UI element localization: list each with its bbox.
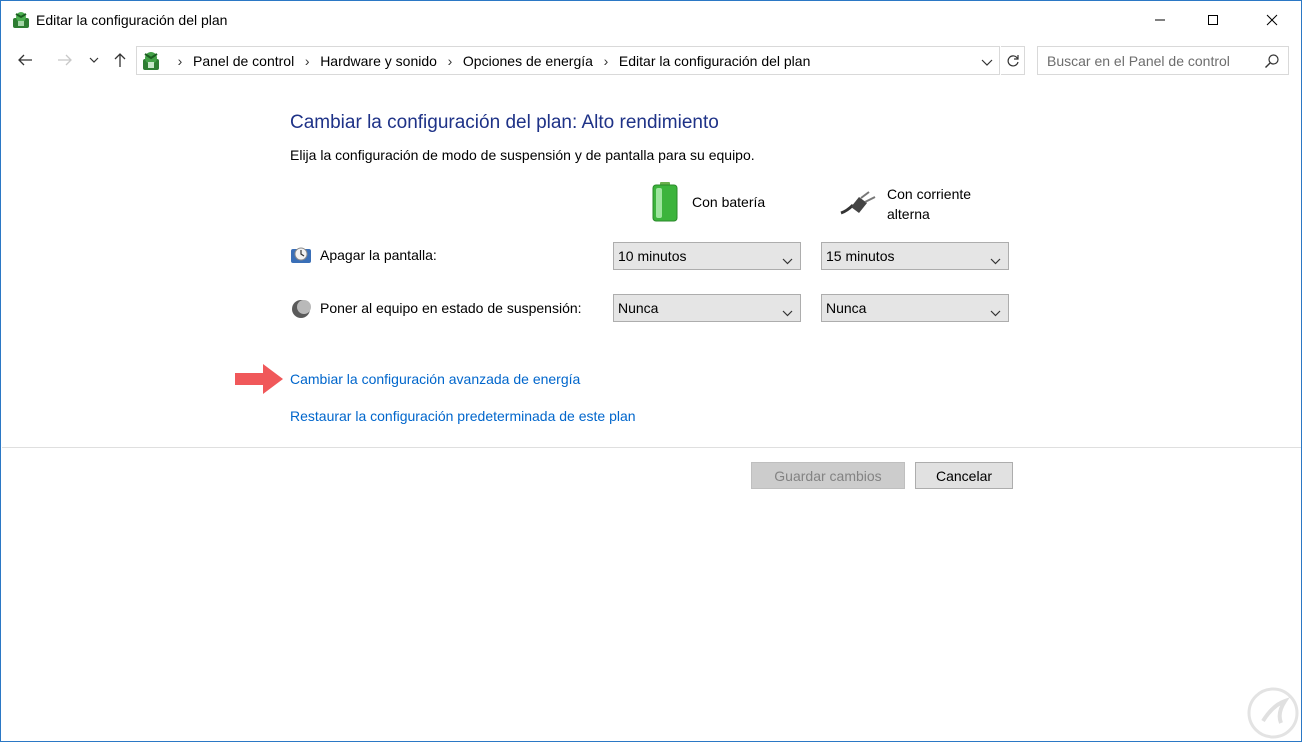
arrow-up-icon bbox=[114, 53, 126, 67]
advanced-settings-link[interactable]: Cambiar la configuración avanzada de ene… bbox=[290, 371, 580, 387]
display-off-battery-value: 10 minutos bbox=[618, 248, 687, 264]
close-icon bbox=[1266, 14, 1278, 26]
sleep-ac-select[interactable]: Nunca bbox=[821, 294, 1009, 322]
back-button[interactable] bbox=[13, 46, 37, 74]
title-bar: Editar la configuración del plan bbox=[1, 1, 1301, 39]
search-placeholder: Buscar en el Panel de control bbox=[1047, 53, 1230, 69]
window: Editar la configuración del plan › Panel… bbox=[0, 0, 1302, 742]
address-bar[interactable]: › Panel de control › Hardware y sonido ›… bbox=[136, 46, 1000, 75]
chevron-down-icon bbox=[990, 304, 1001, 320]
control-panel-icon bbox=[140, 50, 162, 72]
save-changes-button[interactable]: Guardar cambios bbox=[751, 462, 905, 489]
refresh-icon bbox=[1007, 54, 1019, 66]
sleep-ac-value: Nunca bbox=[826, 300, 867, 316]
breadcrumb-separator-icon[interactable]: › bbox=[167, 53, 193, 69]
battery-icon bbox=[651, 182, 679, 227]
close-button[interactable] bbox=[1249, 1, 1295, 39]
ac-column-header: Con corriente alterna bbox=[887, 184, 997, 224]
sleep-moon-icon bbox=[290, 298, 312, 325]
breadcrumb: › Panel de control › Hardware y sonido ›… bbox=[167, 47, 811, 74]
divider bbox=[2, 447, 1301, 448]
breadcrumb-separator-icon[interactable]: › bbox=[593, 53, 619, 69]
window-title: Editar la configuración del plan bbox=[36, 12, 228, 28]
breadcrumb-separator-icon[interactable]: › bbox=[294, 53, 320, 69]
highlight-arrow-icon bbox=[233, 361, 285, 402]
maximize-button[interactable] bbox=[1190, 1, 1236, 39]
maximize-icon bbox=[1208, 15, 1218, 25]
up-button[interactable] bbox=[109, 46, 131, 74]
breadcrumb-hardware-y-sonido[interactable]: Hardware y sonido bbox=[320, 53, 437, 69]
power-options-icon bbox=[11, 10, 31, 30]
address-dropdown-button[interactable] bbox=[981, 54, 993, 72]
sleep-battery-select[interactable]: Nunca bbox=[613, 294, 801, 322]
forward-button[interactable] bbox=[53, 46, 77, 74]
display-timer-icon bbox=[290, 245, 312, 270]
chevron-down-icon bbox=[981, 59, 993, 66]
sleep-battery-value: Nunca bbox=[618, 300, 659, 316]
breadcrumb-opciones-de-energia[interactable]: Opciones de energía bbox=[463, 53, 593, 69]
minimize-icon bbox=[1155, 19, 1165, 21]
breadcrumb-editar-configuracion[interactable]: Editar la configuración del plan bbox=[619, 53, 810, 69]
display-off-label: Apagar la pantalla: bbox=[320, 247, 437, 263]
sleep-label: Poner al equipo en estado de suspensión: bbox=[320, 300, 582, 316]
chevron-down-icon bbox=[782, 252, 793, 268]
search-icon[interactable] bbox=[1264, 53, 1280, 74]
minimize-button[interactable] bbox=[1137, 1, 1183, 39]
cancel-button[interactable]: Cancelar bbox=[915, 462, 1013, 489]
navigation-bar: › Panel de control › Hardware y sonido ›… bbox=[1, 42, 1301, 78]
watermark-logo bbox=[1247, 687, 1299, 739]
display-off-ac-value: 15 minutos bbox=[826, 248, 895, 264]
breadcrumb-separator-icon[interactable]: › bbox=[437, 53, 463, 69]
power-plug-icon bbox=[839, 189, 879, 220]
display-off-battery-select[interactable]: 10 minutos bbox=[613, 242, 801, 270]
ac-header-line-2: alterna bbox=[887, 206, 930, 222]
arrow-right-icon bbox=[58, 54, 72, 66]
breadcrumb-panel-de-control[interactable]: Panel de control bbox=[193, 53, 294, 69]
chevron-down-icon bbox=[990, 252, 1001, 268]
page-title: Cambiar la configuración del plan: Alto … bbox=[290, 112, 719, 133]
display-off-ac-select[interactable]: 15 minutos bbox=[821, 242, 1009, 270]
battery-column-header: Con batería bbox=[692, 194, 766, 210]
restore-defaults-link[interactable]: Restaurar la configuración predeterminad… bbox=[290, 408, 636, 424]
search-input[interactable]: Buscar en el Panel de control bbox=[1037, 46, 1289, 75]
ac-header-line-1: Con corriente bbox=[887, 186, 972, 202]
chevron-down-icon bbox=[89, 57, 99, 63]
arrow-left-icon bbox=[18, 54, 32, 66]
recent-locations-button[interactable] bbox=[85, 46, 103, 74]
chevron-down-icon bbox=[782, 304, 793, 320]
page-description: Elija la configuración de modo de suspen… bbox=[290, 147, 755, 163]
refresh-button[interactable] bbox=[1001, 46, 1025, 75]
